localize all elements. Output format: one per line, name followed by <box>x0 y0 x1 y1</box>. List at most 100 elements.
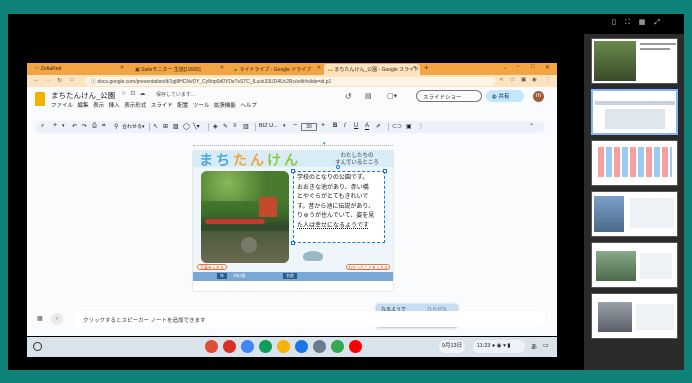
close-icon[interactable]: ✕ <box>120 65 124 71</box>
minimize-icon[interactable]: − <box>516 64 520 70</box>
gmail-icon[interactable] <box>223 340 236 353</box>
present-camera-icon[interactable]: ▢▾ <box>387 92 397 100</box>
shape-icon[interactable]: ◯ <box>183 123 190 130</box>
window-thumb[interactable] <box>591 38 678 84</box>
profile-icon[interactable]: ◉ <box>532 77 537 83</box>
line-icon[interactable]: ╲▾ <box>193 123 200 130</box>
menu-slide[interactable]: スライド <box>151 103 173 109</box>
print-icon[interactable]: ⎙ <box>92 123 97 130</box>
star-icon[interactable]: ☆ <box>121 91 130 97</box>
status-area[interactable]: 11:23 ● ◉ ▾ ▮ <box>473 340 525 353</box>
menu-view[interactable]: 表示 <box>93 103 104 109</box>
new-tab-button[interactable]: + <box>424 63 429 72</box>
comment-add-icon[interactable]: ▣ <box>406 123 412 130</box>
expand-icon[interactable]: ⤢ <box>654 19 669 26</box>
slides-logo-icon[interactable] <box>35 92 45 106</box>
resize-handle[interactable] <box>383 169 387 173</box>
close-icon[interactable]: ✕ <box>317 65 321 71</box>
url-field[interactable]: ⓘ docs.google.com/presentation/d/1pj8HCN… <box>85 77 495 86</box>
window-thumb[interactable] <box>591 242 678 288</box>
resize-handle[interactable] <box>291 241 295 245</box>
bookmark-icon[interactable]: ☆ <box>510 77 515 83</box>
extension-icon[interactable]: ▣ <box>521 77 526 83</box>
launcher-icon[interactable] <box>33 342 42 351</box>
slideshow-button[interactable]: スライドショー▾ <box>416 90 491 102</box>
grid-view-icon[interactable]: ▦ <box>37 315 43 322</box>
doc-title[interactable]: まちたんけん_公園 <box>51 90 115 101</box>
comments-icon[interactable]: ▤ <box>365 92 372 100</box>
photo-button[interactable]: 写真を入れる <box>197 264 227 270</box>
window-thumb[interactable] <box>591 140 678 186</box>
font-select[interactable]: BIZ U... <box>259 123 278 129</box>
more-icon[interactable]: ⋮ <box>418 123 424 130</box>
menu-insert[interactable]: 挿入 <box>109 103 120 109</box>
menu-arrange[interactable]: 配置 <box>177 103 188 109</box>
link-icon[interactable]: ⊂⊃ <box>392 123 402 130</box>
ruler-marker-icon[interactable]: ▾ <box>323 141 326 147</box>
home-icon[interactable]: ⌂ <box>70 77 74 83</box>
back-icon[interactable]: ← <box>33 77 39 83</box>
menu-help[interactable]: ヘルプ <box>240 103 257 109</box>
highlight-icon[interactable]: ✐ <box>376 123 381 130</box>
keyboard-icon[interactable]: ▭ <box>543 342 549 349</box>
ime-indicator[interactable]: あ <box>531 342 537 351</box>
collapse-icon[interactable]: ⌃ <box>529 123 534 130</box>
rotate-handle[interactable] <box>336 165 340 169</box>
textbox-icon[interactable]: ⊞ <box>163 123 168 130</box>
expand-filmstrip-icon[interactable]: › <box>51 313 63 325</box>
chevron-down-icon[interactable]: ▾ <box>283 123 286 129</box>
select-icon[interactable]: ↖ <box>153 123 158 130</box>
fullscreen-icon[interactable]: ⛶ <box>625 19 639 26</box>
tab-search-icon[interactable]: ⌄ <box>503 65 507 71</box>
tab-slides[interactable]: ▬ まちたんけん_公園 - Google スライド <box>324 64 420 75</box>
resize-handle[interactable] <box>291 169 295 173</box>
border-dash-icon[interactable]: ▥ <box>243 123 249 130</box>
tab-suite-monitor[interactable]: ▣ Suiteモニター 生徒[19905] <box>131 64 223 75</box>
border-color-icon[interactable]: ✎ <box>223 123 228 130</box>
docs-icon[interactable] <box>241 340 254 353</box>
font-size-decrease[interactable]: − <box>293 122 297 129</box>
redo-icon[interactable]: ↷ <box>82 123 87 130</box>
search-icon[interactable]: ⌕ <box>41 123 44 130</box>
sheets-icon[interactable] <box>259 340 272 353</box>
grid-icon[interactable]: ▦ <box>639 19 655 26</box>
menu-extensions[interactable]: 拡張機能 <box>214 103 236 109</box>
image-icon[interactable]: ▨ <box>173 123 179 130</box>
park-photo[interactable] <box>201 171 289 263</box>
menu-format[interactable]: 表示形式 <box>124 103 146 109</box>
classroom-icon[interactable] <box>277 340 290 353</box>
chevron-down-icon[interactable]: ▾ <box>62 123 65 129</box>
menu-tools[interactable]: ツール <box>193 103 210 109</box>
zoom-icon[interactable]: ⚲ <box>114 123 118 130</box>
found-button[interactable]: わかったことを入れる <box>346 264 390 270</box>
maximize-icon[interactable]: □ <box>531 64 535 70</box>
chrome-icon[interactable] <box>205 340 218 353</box>
play-icon[interactable] <box>331 340 344 353</box>
new-slide-icon[interactable]: + <box>53 122 57 129</box>
border-weight-icon[interactable]: ≡ <box>233 123 237 129</box>
italic-icon[interactable]: I <box>344 123 346 129</box>
youtube-icon[interactable] <box>349 340 362 353</box>
bold-icon[interactable]: B <box>333 123 337 129</box>
menu-file[interactable]: ファイル <box>51 103 73 109</box>
menu-edit[interactable]: 編集 <box>78 103 89 109</box>
meet-icon[interactable] <box>295 340 308 353</box>
slide-canvas[interactable]: まちたんけん わたしたちの すんでいるところ 写真を入れる 学校のとなりの公園で… <box>193 151 393 291</box>
zoom-fit-label[interactable]: 合わせる▾ <box>122 123 145 130</box>
share-button[interactable]: ◍ 共有 <box>486 90 524 102</box>
camera-icon[interactable] <box>313 340 326 353</box>
font-size-input[interactable]: 30 <box>301 123 317 131</box>
underline-icon[interactable]: U <box>354 123 358 129</box>
paint-format-icon[interactable]: ⌗ <box>102 123 105 130</box>
reload-icon[interactable]: ↻ <box>57 77 62 84</box>
history-icon[interactable]: ↺ <box>345 92 352 101</box>
close-icon[interactable]: ✕ <box>413 65 417 71</box>
font-size-increase[interactable]: + <box>321 122 325 129</box>
window-thumb-selected[interactable] <box>591 89 678 135</box>
tab-zettared[interactable]: ◠ ZettaRed <box>31 64 123 75</box>
window-close-icon[interactable]: ✕ <box>545 64 550 71</box>
menu-icon[interactable]: ⋮ <box>545 77 551 83</box>
text-color-icon[interactable]: A <box>365 123 370 130</box>
tab-drive[interactable]: ▲ マイドライブ - Google ドライブ <box>229 64 321 75</box>
avatar[interactable]: m <box>533 91 544 102</box>
